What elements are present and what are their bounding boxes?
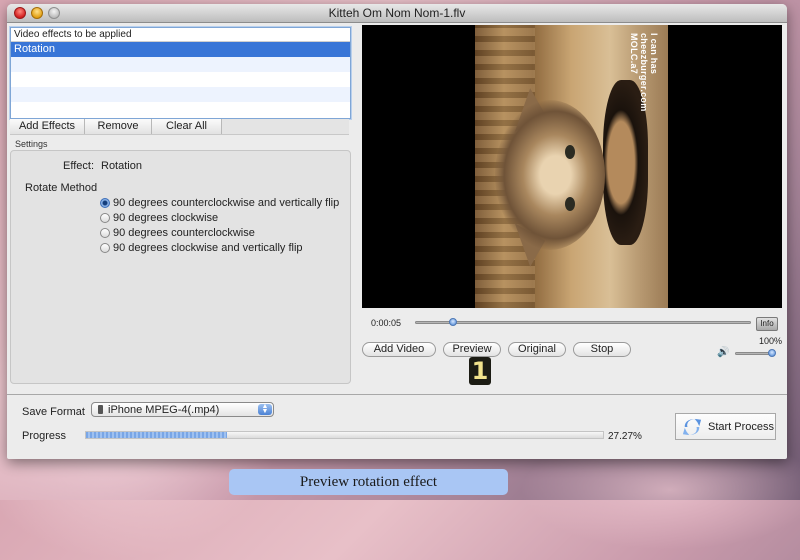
- section-divider: [7, 394, 787, 395]
- stop-button[interactable]: Stop: [573, 342, 631, 357]
- step-number-badge: 1: [469, 357, 491, 385]
- effects-button-bar: Add Effects Remove Clear All: [10, 119, 349, 135]
- save-format-value: iPhone MPEG-4(.mp4): [108, 403, 220, 416]
- effects-list-empty-row: [11, 57, 350, 72]
- preview-button[interactable]: Preview: [443, 342, 501, 357]
- radio-button[interactable]: [100, 212, 110, 223]
- seek-slider-knob[interactable]: [448, 318, 457, 326]
- app-window: Kitteh Om Nom Nom-1.flv Video effects to…: [7, 4, 787, 459]
- speaker-icon[interactable]: 🔊: [717, 347, 729, 358]
- effects-list-item[interactable]: Rotation: [11, 42, 350, 57]
- progress-label: Progress: [22, 430, 67, 442]
- playback-time: 0:00:05: [371, 318, 402, 328]
- radio-button[interactable]: [100, 242, 110, 253]
- video-cat: [495, 100, 605, 250]
- video-preview[interactable]: I can has cheezburger.com MOLC.a7: [362, 25, 782, 308]
- rotate-option[interactable]: 90 degrees counterclockwise and vertical…: [100, 195, 339, 210]
- effect-value: Rotation: [101, 160, 142, 172]
- window-controls: [14, 7, 60, 19]
- radio-button[interactable]: [100, 197, 110, 208]
- effects-list-empty-row: [11, 102, 350, 117]
- zoom-window-button[interactable]: [48, 7, 60, 19]
- rotate-option[interactable]: 90 degrees clockwise: [100, 210, 339, 225]
- seek-slider[interactable]: [415, 318, 751, 326]
- start-process-button[interactable]: Start Process: [675, 413, 776, 440]
- info-button[interactable]: Info: [756, 317, 778, 331]
- progress-percent: 27.27%: [608, 431, 642, 442]
- select-arrows-icon: ▲ ▼: [258, 403, 272, 415]
- volume-slider-knob[interactable]: [768, 349, 776, 357]
- save-format-select[interactable]: iPhone MPEG-4(.mp4) ▲ ▼: [91, 402, 274, 417]
- player-controls: Add Video Preview Original Stop: [362, 342, 631, 357]
- add-video-button[interactable]: Add Video: [362, 342, 436, 357]
- rotate-option-label: 90 degrees clockwise: [113, 211, 219, 224]
- rotate-method-label: Rotate Method: [25, 182, 98, 194]
- iphone-icon: [98, 405, 103, 414]
- title-bar: Kitteh Om Nom Nom-1.flv: [7, 4, 787, 23]
- clear-all-button[interactable]: Clear All: [152, 119, 222, 134]
- rotate-option-label: 90 degrees counterclockwise: [113, 226, 255, 239]
- video-cat-eye: [565, 145, 575, 159]
- effects-list-header: Video effects to be applied: [11, 28, 350, 42]
- effect-key-label: Effect:: [63, 160, 94, 172]
- settings-title: Settings: [15, 139, 48, 149]
- original-button[interactable]: Original: [508, 342, 566, 357]
- add-effects-button[interactable]: Add Effects: [10, 119, 85, 134]
- remove-effect-button[interactable]: Remove: [85, 119, 152, 134]
- refresh-icon: [682, 418, 702, 435]
- progress-bar: [85, 431, 604, 439]
- rotate-option[interactable]: 90 degrees counterclockwise: [100, 225, 339, 240]
- volume-slider[interactable]: [735, 349, 776, 357]
- effects-list-empty-row: [11, 72, 350, 87]
- settings-panel: Effect: Rotation Rotate Method 90 degree…: [10, 150, 351, 384]
- caption-banner: Preview rotation effect: [229, 469, 508, 495]
- minimize-window-button[interactable]: [31, 7, 43, 19]
- close-window-button[interactable]: [14, 7, 26, 19]
- effects-list[interactable]: Video effects to be applied Rotation: [10, 27, 351, 119]
- volume-percent: 100%: [759, 336, 783, 346]
- save-format-label: Save Format: [22, 406, 85, 418]
- rotate-option[interactable]: 90 degrees clockwise and vertically flip: [100, 240, 339, 255]
- progress-bar-fill: [86, 432, 227, 438]
- start-process-label: Start Process: [708, 420, 775, 433]
- video-frame: I can has cheezburger.com MOLC.a7: [475, 25, 668, 308]
- rotate-method-options: 90 degrees counterclockwise and vertical…: [100, 195, 339, 255]
- effects-list-empty-row: [11, 87, 350, 102]
- rotate-option-label: 90 degrees clockwise and vertically flip: [113, 241, 303, 254]
- video-cat-eye: [565, 197, 575, 211]
- radio-button[interactable]: [100, 227, 110, 238]
- window-title: Kitteh Om Nom Nom-1.flv: [328, 6, 466, 20]
- video-watermark: I can has cheezburger.com MOLC.a7: [629, 33, 659, 112]
- rotate-option-label: 90 degrees counterclockwise and vertical…: [113, 196, 340, 209]
